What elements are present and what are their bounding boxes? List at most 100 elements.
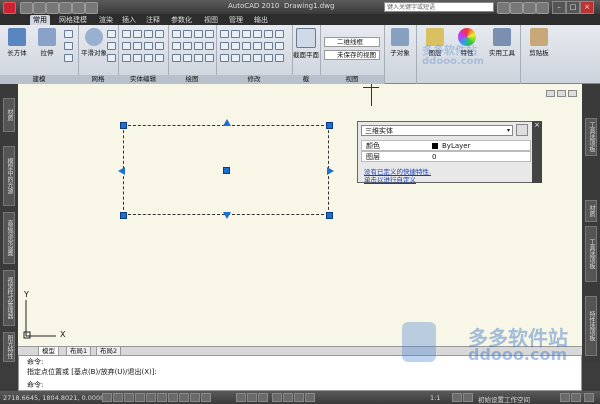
grip-arrow-left-icon[interactable]	[118, 167, 125, 175]
tool-icon[interactable]	[220, 54, 229, 62]
tool-icon[interactable]	[107, 30, 116, 38]
osnap-toggle[interactable]	[146, 393, 156, 402]
tool-icon[interactable]	[275, 54, 284, 62]
palette-tab-properties[interactable]: 特性选项板	[585, 296, 597, 356]
property-value[interactable]: 0	[432, 152, 436, 162]
pan-icon[interactable]	[272, 393, 282, 402]
subscription-icon[interactable]	[510, 2, 523, 14]
tool-icon[interactable]	[231, 54, 240, 62]
quick-view-drawings[interactable]	[258, 393, 268, 402]
showmotion-icon[interactable]	[305, 393, 315, 402]
print-icon[interactable]	[85, 2, 98, 14]
property-value[interactable]: ByLayer	[442, 141, 470, 151]
tool-icon[interactable]	[205, 54, 214, 62]
workspace-switch[interactable]: 初始设置工作空间	[478, 394, 530, 404]
section-plane-button[interactable]: 截面平面	[293, 28, 319, 59]
help-icon[interactable]	[536, 2, 549, 14]
extrude-button[interactable]: 拉伸	[34, 28, 60, 57]
tool-icon[interactable]	[107, 54, 116, 62]
comm-center-icon[interactable]	[523, 2, 536, 14]
tool-icon[interactable]	[264, 54, 273, 62]
palette-tab-materials[interactable]: 材质	[3, 98, 15, 132]
tool-icon[interactable]	[205, 42, 214, 50]
tray-settings-icon[interactable]	[571, 393, 581, 402]
tool-icon[interactable]	[122, 30, 131, 38]
tool-icon[interactable]	[253, 42, 262, 50]
tab-output[interactable]: 输出	[251, 15, 271, 25]
tool-icon[interactable]	[122, 42, 131, 50]
tool-icon[interactable]	[107, 42, 116, 50]
rotate-icon[interactable]	[231, 30, 240, 38]
object-type-select[interactable]: 三维实体	[361, 125, 513, 136]
tool-icon[interactable]	[253, 54, 262, 62]
command-prompt[interactable]: 命令:	[27, 380, 43, 390]
open-icon[interactable]	[33, 2, 46, 14]
clean-screen-icon[interactable]	[584, 393, 594, 402]
grip-corner[interactable]	[326, 212, 333, 219]
lwt-toggle[interactable]	[190, 393, 200, 402]
tool-icon[interactable]	[231, 42, 240, 50]
tab-home[interactable]: 常用	[30, 15, 50, 25]
minimize-button[interactable]: –	[552, 1, 566, 14]
new-icon[interactable]	[20, 2, 33, 14]
tool-icon[interactable]	[144, 30, 153, 38]
close-button[interactable]: ×	[580, 1, 594, 14]
palette-tab-visual-styles[interactable]: 视觉样式管理器	[3, 270, 15, 326]
tool-icon[interactable]	[183, 54, 192, 62]
circle-icon[interactable]	[194, 30, 203, 38]
tool-icon[interactable]	[64, 30, 73, 38]
tool-icon[interactable]	[122, 54, 131, 62]
dyn-toggle[interactable]	[179, 393, 189, 402]
tool-icon[interactable]	[64, 54, 73, 62]
tool-icon[interactable]	[144, 42, 153, 50]
qp-toggle[interactable]	[201, 393, 211, 402]
tab-insert[interactable]: 插入	[119, 15, 139, 25]
tool-icon[interactable]	[220, 42, 229, 50]
ducs-toggle[interactable]	[168, 393, 178, 402]
viewport-close-button[interactable]	[568, 90, 577, 97]
grip-corner[interactable]	[326, 122, 333, 129]
customize-icon[interactable]	[516, 124, 528, 136]
tab-manage[interactable]: 管理	[226, 15, 246, 25]
utilities-button[interactable]: 实用工具	[486, 28, 518, 57]
grip-corner[interactable]	[120, 212, 127, 219]
maximize-button[interactable]: □	[566, 1, 580, 14]
tool-icon[interactable]	[194, 42, 203, 50]
tool-icon[interactable]	[155, 30, 164, 38]
polar-toggle[interactable]	[135, 393, 145, 402]
chevron-down-icon[interactable]: ▾	[505, 126, 512, 135]
tab-annotate[interactable]: 注释	[143, 15, 163, 25]
auto-scale[interactable]	[463, 393, 473, 402]
palette-tab-render-settings[interactable]: 高级渲染设置	[3, 212, 15, 264]
lock-icon[interactable]	[560, 393, 570, 402]
move-icon[interactable]	[220, 30, 229, 38]
visual-style-dropdown[interactable]: 二维线框	[324, 37, 380, 47]
box-button[interactable]: 长方体	[4, 28, 30, 57]
tool-icon[interactable]	[64, 42, 73, 50]
tool-icon[interactable]	[133, 42, 142, 50]
line-icon[interactable]	[172, 30, 181, 38]
tool-icon[interactable]	[172, 42, 181, 50]
annotation-scale[interactable]: 1:1	[430, 394, 440, 402]
model-button[interactable]	[236, 393, 246, 402]
grip-arrow-right-icon[interactable]	[327, 167, 334, 175]
save-icon[interactable]	[46, 2, 59, 14]
palette-tab-lights[interactable]: 模型中的光源	[3, 146, 15, 206]
steering-wheel-icon[interactable]	[294, 393, 304, 402]
tool-icon[interactable]	[194, 54, 203, 62]
otrack-toggle[interactable]	[157, 393, 167, 402]
tool-icon[interactable]	[155, 54, 164, 62]
tool-icon[interactable]	[275, 30, 284, 38]
tool-icon[interactable]	[242, 30, 251, 38]
tool-icon[interactable]	[144, 54, 153, 62]
quick-view-layouts[interactable]	[247, 393, 257, 402]
grip-corner[interactable]	[120, 122, 127, 129]
app-menu-button[interactable]	[3, 2, 16, 14]
tab-parametric[interactable]: 参数化	[168, 15, 195, 25]
tab-render[interactable]: 渲染	[96, 15, 116, 25]
palette-tab-materials-right[interactable]: 材质	[585, 200, 597, 222]
undo-icon[interactable]	[59, 2, 72, 14]
viewport-minimize-button[interactable]	[546, 90, 555, 97]
tool-icon[interactable]	[242, 42, 251, 50]
tool-icon[interactable]	[155, 42, 164, 50]
